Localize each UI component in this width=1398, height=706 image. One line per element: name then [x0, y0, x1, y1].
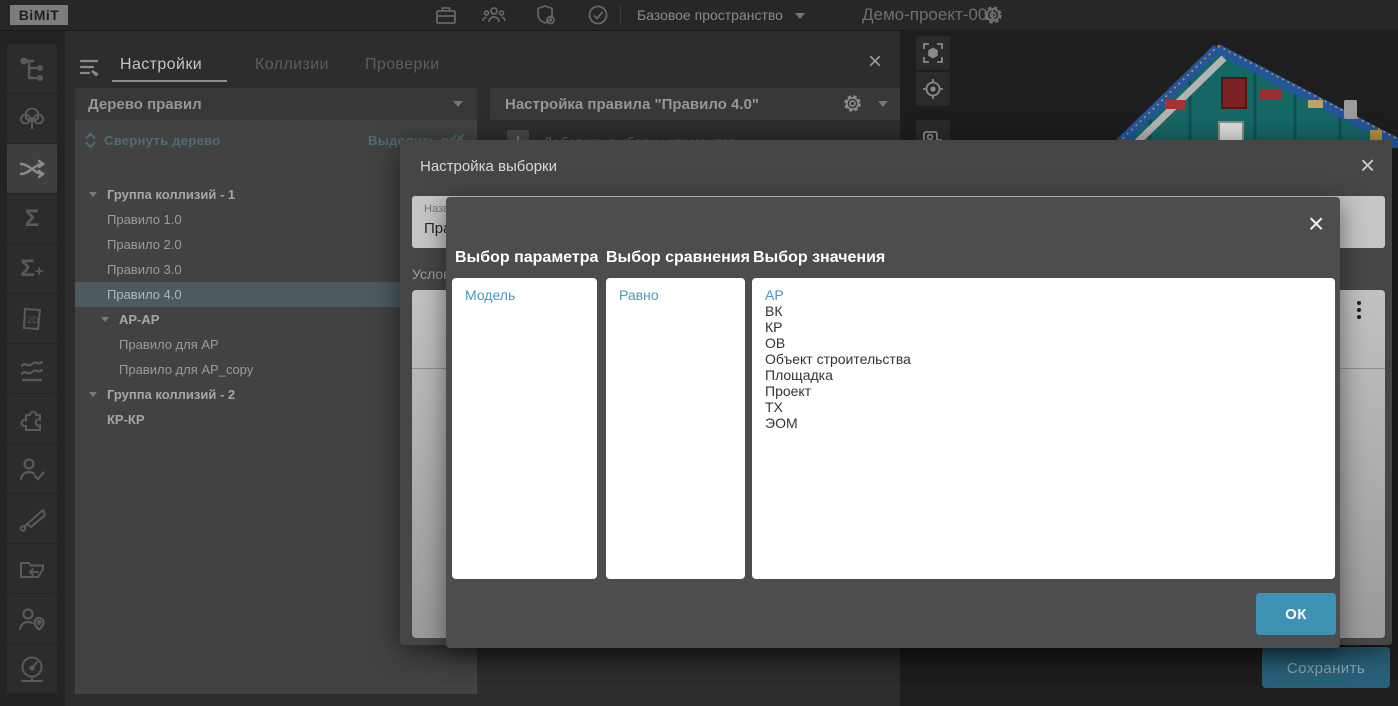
tree-panel-title: Дерево правил	[88, 96, 202, 113]
briefcase-icon[interactable]	[433, 3, 459, 27]
list-item[interactable]: ВК	[752, 303, 1335, 319]
list-item[interactable]: Модель	[452, 287, 597, 303]
2d-view-icon[interactable]: 2D	[7, 294, 57, 343]
gear-icon[interactable]	[842, 93, 863, 114]
rule-panel-title: Настройка правила "Правило 4.0"	[505, 96, 759, 113]
trowel-icon[interactable]	[7, 494, 57, 543]
parameter-picker-modal: × Выбор параметра Выбор сравнения Выбор …	[446, 197, 1340, 648]
svg-text:2D: 2D	[27, 315, 39, 325]
ok-button[interactable]: ОК	[1256, 593, 1336, 635]
chevron-down-icon	[453, 101, 463, 107]
shield-icon[interactable]	[533, 3, 559, 27]
param-column-header: Выбор параметра	[455, 249, 598, 267]
sum-add-icon[interactable]: Σ+	[7, 244, 57, 293]
list-item[interactable]: ТХ	[752, 399, 1335, 415]
tab-checks[interactable]: Проверки	[365, 56, 440, 74]
tree-panel-header[interactable]: Дерево правил	[75, 88, 477, 120]
close-icon[interactable]: ×	[1308, 210, 1324, 238]
folder-import-icon[interactable]	[7, 544, 57, 593]
param-listbox[interactable]: Модель	[452, 278, 597, 579]
close-icon[interactable]: ×	[1360, 152, 1375, 178]
plugins-icon[interactable]	[7, 394, 57, 443]
close-icon[interactable]: ×	[868, 50, 882, 74]
top-bar: BiMiT Базовое пространство Демо-проект-0…	[0, 0, 1398, 31]
app-logo: BiMiT	[10, 5, 68, 25]
target-button[interactable]	[916, 72, 950, 106]
model-structure-icon[interactable]	[7, 44, 57, 93]
value-column-header: Выбор значения	[753, 249, 885, 267]
check-circle-icon[interactable]	[585, 3, 611, 27]
collapse-tree-icon[interactable]	[84, 132, 97, 149]
tab-collisions[interactable]: Коллизии	[255, 56, 329, 74]
collapse-tree-link[interactable]: Свернуть дерево	[104, 133, 221, 148]
list-item[interactable]: Проект	[752, 383, 1335, 399]
graphs-icon[interactable]	[7, 344, 57, 393]
list-item[interactable]: КР	[752, 319, 1335, 335]
sum-icon[interactable]: Σ	[7, 194, 57, 243]
save-button[interactable]: Сохранить	[1262, 647, 1390, 688]
menu-icon[interactable]	[78, 57, 100, 77]
kebab-menu-icon[interactable]	[1357, 301, 1361, 322]
team-icon[interactable]	[481, 3, 507, 27]
list-item[interactable]: Равно	[606, 287, 745, 303]
fit-view-button[interactable]	[916, 36, 950, 70]
compare-listbox[interactable]: Равно	[606, 278, 745, 579]
chevron-down-icon[interactable]	[795, 13, 805, 19]
user-check-icon[interactable]	[7, 444, 57, 493]
rule-panel-header[interactable]: Настройка правила "Правило 4.0"	[490, 88, 900, 120]
tab-settings[interactable]: Настройки	[120, 56, 202, 74]
list-item[interactable]: ЭОМ	[752, 415, 1335, 431]
modal-title: Настройка выборки	[420, 158, 557, 175]
left-toolbar: Σ Σ+ 2D	[0, 30, 65, 706]
list-item[interactable]: ОВ	[752, 335, 1335, 351]
collisions-icon[interactable]	[7, 144, 57, 193]
topbar-separator	[620, 5, 621, 25]
gear-icon[interactable]	[982, 4, 1004, 26]
building-model	[1040, 30, 1398, 148]
list-item[interactable]: АР	[752, 287, 1335, 303]
user-location-icon[interactable]	[7, 594, 57, 643]
workspace-selector[interactable]: Базовое пространство	[637, 7, 783, 23]
compare-column-header: Выбор сравнения	[606, 249, 750, 267]
list-item[interactable]: Объект строительства	[752, 351, 1335, 367]
chevron-down-icon	[878, 101, 888, 107]
tree-icon[interactable]	[7, 94, 57, 143]
active-tab-underline	[112, 80, 227, 82]
value-listbox[interactable]: АР ВК КР ОВ Объект строительства Площадк…	[752, 278, 1335, 579]
list-item[interactable]: Площадка	[752, 367, 1335, 383]
gauge-icon[interactable]	[7, 644, 57, 693]
project-title: Демо-проект-001	[862, 5, 997, 25]
